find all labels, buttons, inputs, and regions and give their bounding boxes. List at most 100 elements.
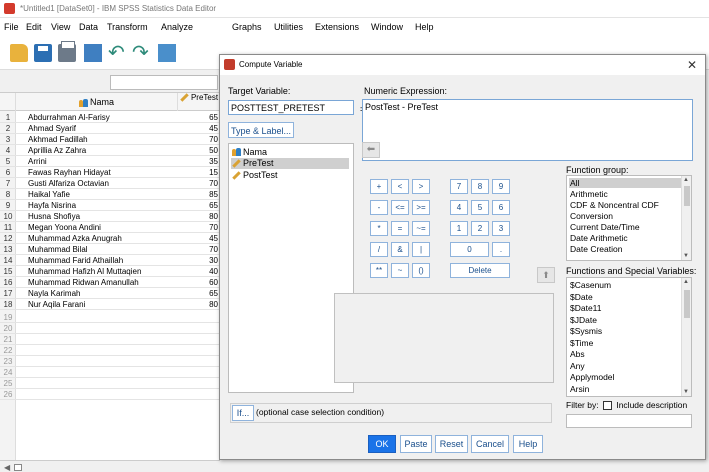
keypad-button[interactable]: * — [370, 221, 388, 236]
row-number[interactable]: 26 — [0, 390, 16, 399]
cell-nama[interactable]: Muhammad Ridwan Amanullah — [28, 278, 139, 287]
cancel-button[interactable]: Cancel — [471, 435, 509, 453]
keypad-button[interactable]: / — [370, 242, 388, 257]
menu-transform[interactable]: Transform — [107, 22, 148, 32]
cell-nama[interactable]: Nur Aqila Farani — [28, 300, 85, 309]
keypad-button[interactable]: ~ — [391, 263, 409, 278]
row-number[interactable]: 12 — [0, 234, 16, 243]
menu-help[interactable]: Help — [415, 22, 434, 32]
row-number[interactable]: 20 — [0, 324, 16, 333]
keypad-button[interactable]: > — [412, 179, 430, 194]
open-folder-icon[interactable] — [10, 44, 28, 62]
cell-pretest[interactable]: 45 — [178, 234, 220, 243]
function-group-item[interactable]: Current Date/Time — [569, 222, 681, 232]
row-number[interactable]: 11 — [0, 223, 16, 232]
table-row[interactable]: 4 Aprillia Az Zahra 50 — [0, 145, 220, 156]
variable-item-nama[interactable]: Nama — [231, 147, 349, 158]
row-number[interactable]: 7 — [0, 179, 16, 188]
functions-scrollbar[interactable]: ▲ ▼ — [681, 278, 691, 396]
cell-pretest[interactable]: 15 — [178, 168, 220, 177]
cell-pretest[interactable]: 65 — [178, 201, 220, 210]
cell-nama[interactable]: Megan Yoona Andini — [28, 223, 101, 232]
row-number[interactable]: 1 — [0, 113, 16, 122]
table-row[interactable]: 7 Gusti Alfariza Octavian 70 — [0, 178, 220, 189]
menu-window[interactable]: Window — [371, 22, 403, 32]
empty-row[interactable]: 21 — [0, 334, 220, 345]
function-item[interactable]: Applymodel — [569, 372, 681, 382]
function-item[interactable]: Any — [569, 361, 681, 371]
keypad-button[interactable]: 8 — [471, 179, 489, 194]
cell-nama[interactable]: Akhmad Fadillah — [28, 135, 88, 144]
table-row[interactable]: 14 Muhammad Farid Athaillah 30 — [0, 255, 220, 266]
keypad-button[interactable]: 4 — [450, 200, 468, 215]
keypad-button[interactable]: 6 — [492, 200, 510, 215]
cell-pretest[interactable]: 65 — [178, 113, 220, 122]
cell-nama[interactable]: Hayfa Nisrina — [28, 201, 76, 210]
cell-nama[interactable]: Muhammad Azka Anugrah — [28, 234, 122, 243]
cell-nama[interactable]: Ahmad Syarif — [28, 124, 76, 133]
table-row[interactable]: 16 Muhammad Ridwan Amanullah 60 — [0, 277, 220, 288]
numeric-expression-input[interactable]: PostTest - PreTest — [362, 99, 693, 161]
keypad-button[interactable]: ~= — [412, 221, 430, 236]
row-number[interactable]: 2 — [0, 124, 16, 133]
row-number[interactable]: 10 — [0, 212, 16, 221]
row-number[interactable]: 24 — [0, 368, 16, 377]
keypad-button[interactable]: 0 — [450, 242, 489, 257]
menu-analyze[interactable]: Analyze — [161, 22, 193, 32]
column-header-pretest[interactable]: PreTest — [178, 93, 220, 111]
paste-button[interactable]: Paste — [400, 435, 432, 453]
function-group-item[interactable]: Arithmetic — [569, 189, 681, 199]
function-group-item[interactable]: All — [569, 178, 681, 188]
table-row[interactable]: 8 Haikal Yafie 85 — [0, 189, 220, 200]
scroll-down-icon[interactable]: ▼ — [683, 253, 689, 259]
cell-nama[interactable]: Husna Shofiya — [28, 212, 80, 221]
row-number[interactable]: 17 — [0, 289, 16, 298]
scroll-left-icon[interactable]: ◀ — [4, 463, 10, 472]
row-number[interactable]: 6 — [0, 168, 16, 177]
cell-pretest[interactable]: 45 — [178, 124, 220, 133]
undo-icon[interactable]: ↶ — [108, 40, 125, 65]
table-row[interactable]: 17 Nayla Karimah 65 — [0, 288, 220, 299]
cell-pretest[interactable]: 60 — [178, 278, 220, 287]
empty-row[interactable]: 26 — [0, 389, 220, 400]
row-number[interactable]: 8 — [0, 190, 16, 199]
keypad-button[interactable]: < — [391, 179, 409, 194]
cell-pretest[interactable]: 70 — [178, 223, 220, 232]
move-variable-button[interactable]: ⬅ — [362, 142, 380, 158]
menu-extensions[interactable]: Extensions — [315, 22, 359, 32]
keypad-button[interactable]: & — [391, 242, 409, 257]
cell-nama[interactable]: Nayla Karimah — [28, 289, 80, 298]
function-item[interactable]: Abs — [569, 349, 681, 359]
keypad-button[interactable]: 9 — [492, 179, 510, 194]
function-item[interactable]: Arsin — [569, 384, 681, 394]
function-group-item[interactable]: Date Arithmetic — [569, 233, 681, 243]
row-number[interactable]: 18 — [0, 300, 16, 309]
table-row[interactable]: 10 Husna Shofiya 80 — [0, 211, 220, 222]
cell-pretest[interactable]: 30 — [178, 256, 220, 265]
table-row[interactable]: 5 Arrini 35 — [0, 156, 220, 167]
cell-nama[interactable]: Muhammad Farid Athaillah — [28, 256, 123, 265]
row-number[interactable]: 22 — [0, 346, 16, 355]
cell-nama[interactable]: Gusti Alfariza Octavian — [28, 179, 109, 188]
keypad-button[interactable]: 7 — [450, 179, 468, 194]
filter-input[interactable] — [566, 414, 692, 428]
function-group-item[interactable]: Conversion — [569, 211, 681, 221]
row-number[interactable]: 3 — [0, 135, 16, 144]
cell-nama[interactable]: Haikal Yafie — [28, 190, 70, 199]
row-number[interactable]: 5 — [0, 157, 16, 166]
header-corner[interactable] — [0, 93, 16, 111]
cell-value-field[interactable] — [110, 75, 218, 90]
function-group-scrollbar[interactable]: ▲ ▼ — [681, 176, 691, 260]
table-row[interactable]: 6 Fawas Rayhan Hidayat 15 — [0, 167, 220, 178]
variable-item-posttest[interactable]: PostTest — [231, 170, 349, 181]
goto-case-icon[interactable] — [158, 44, 176, 62]
table-row[interactable]: 9 Hayfa Nisrina 65 — [0, 200, 220, 211]
keypad-button[interactable]: | — [412, 242, 430, 257]
empty-row[interactable]: 23 — [0, 356, 220, 367]
row-number[interactable]: 21 — [0, 335, 16, 344]
table-row[interactable]: 3 Akhmad Fadillah 70 — [0, 134, 220, 145]
empty-row[interactable]: 22 — [0, 345, 220, 356]
keypad-button[interactable]: - — [370, 200, 388, 215]
include-description-checkbox[interactable] — [602, 401, 612, 411]
function-group-item[interactable]: Date Creation — [569, 244, 681, 254]
